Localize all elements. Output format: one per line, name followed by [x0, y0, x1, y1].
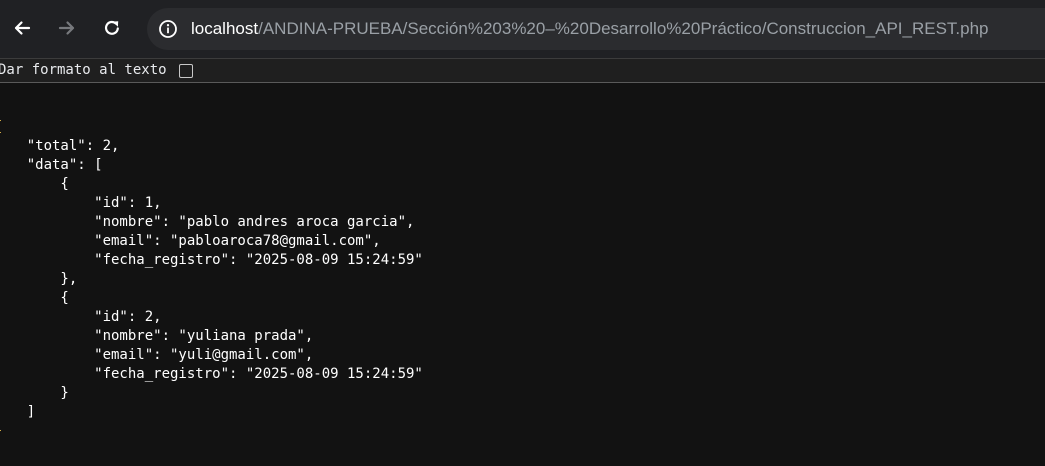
pretty-print-checkbox[interactable]	[179, 64, 193, 78]
url-host: localhost	[191, 19, 259, 38]
pretty-print-bar: Dar formato al texto	[0, 58, 1045, 83]
info-icon	[159, 20, 177, 38]
close-brace-highlight: }	[0, 422, 2, 441]
arrow-left-icon	[14, 21, 31, 35]
url-text[interactable]: localhost/ANDINA-PRUEBA/Sección%203%20–%…	[191, 19, 989, 39]
open-brace-highlight: {	[0, 118, 2, 137]
reload-button[interactable]	[94, 10, 130, 46]
address-bar[interactable]: localhost/ANDINA-PRUEBA/Sección%203%20–%…	[147, 8, 1045, 50]
json-response: { "total": 2, "data": [ { "id": 1, "nomb…	[0, 119, 423, 439]
site-info-button[interactable]	[157, 18, 179, 40]
back-button[interactable]	[4, 10, 40, 46]
arrow-right-icon	[58, 21, 75, 35]
url-path: /ANDINA-PRUEBA/Sección%203%20–%20Desarro…	[258, 19, 989, 38]
reload-icon	[104, 20, 119, 35]
forward-button[interactable]	[49, 10, 85, 46]
browser-toolbar: localhost/ANDINA-PRUEBA/Sección%203%20–%…	[0, 0, 1045, 58]
pretty-print-label: Dar formato al texto	[0, 62, 167, 78]
